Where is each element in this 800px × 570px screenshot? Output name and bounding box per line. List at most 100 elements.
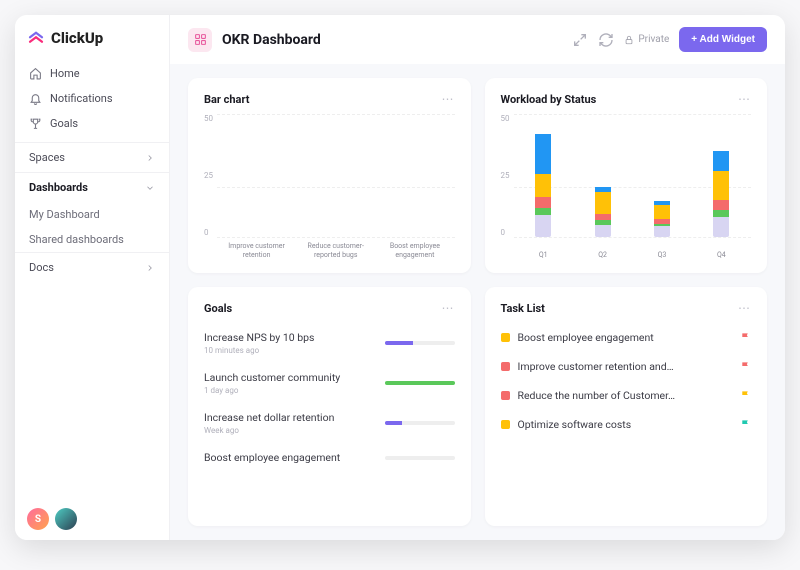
more-icon[interactable]: ⋯ <box>738 92 751 106</box>
card-bar-chart: Bar chart ⋯ 50 25 0 Improve customer ret… <box>188 78 471 273</box>
card-goals: Goals ⋯ Increase NPS by 10 bps 10 minutes… <box>188 287 471 526</box>
progress-bar <box>385 381 455 385</box>
x-category: Q4 <box>692 251 751 259</box>
card-title: Workload by Status <box>501 93 597 106</box>
refresh-icon[interactable] <box>598 32 614 48</box>
bar-segment <box>654 226 670 237</box>
chevron-right-icon <box>145 153 155 163</box>
sidebar-item-home[interactable]: Home <box>15 61 169 86</box>
status-square <box>501 391 510 400</box>
trophy-icon <box>29 117 42 130</box>
sidebar-item-goals[interactable]: Goals <box>15 111 169 136</box>
y-axis: 50 25 0 <box>501 114 514 259</box>
task-row[interactable]: Improve customer retention and… <box>501 352 752 381</box>
expand-icon[interactable] <box>572 32 588 48</box>
bar-segment <box>535 197 551 208</box>
section-label: Dashboards <box>29 181 88 194</box>
x-category: Q1 <box>514 251 573 259</box>
privacy-label: Private <box>638 34 669 45</box>
flag-icon <box>740 419 751 430</box>
flag-icon <box>740 332 751 343</box>
task-row[interactable]: Reduce the number of Customer… <box>501 381 752 410</box>
sidebar-section-dashboards[interactable]: Dashboards <box>15 172 169 202</box>
more-icon[interactable]: ⋯ <box>442 92 455 106</box>
goal-timestamp: 10 minutes ago <box>204 346 375 355</box>
x-category: Improve customer retention <box>217 242 295 259</box>
brand-name: ClickUp <box>51 29 103 47</box>
bar-segment <box>535 174 551 196</box>
privacy-indicator[interactable]: Private <box>624 34 669 45</box>
goal-row[interactable]: Increase NPS by 10 bps 10 minutes ago <box>204 323 455 363</box>
bar-segment <box>713 151 729 171</box>
lock-icon <box>624 35 634 45</box>
chevron-right-icon <box>145 263 155 273</box>
x-category: Boost employee engagement <box>376 242 454 259</box>
page-title: OKR Dashboard <box>222 32 321 48</box>
card-title: Task List <box>501 302 545 315</box>
task-label: Improve customer retention and… <box>518 360 733 373</box>
more-icon[interactable]: ⋯ <box>442 301 455 315</box>
sidebar-item-my-dashboard[interactable]: My Dashboard <box>15 202 169 227</box>
goal-row[interactable]: Launch customer community 1 day ago <box>204 363 455 403</box>
main: OKR Dashboard Private + Add Widget Bar c… <box>170 15 785 540</box>
bar-segment <box>713 217 729 237</box>
goal-title: Increase NPS by 10 bps <box>204 331 375 344</box>
stacked-bar <box>654 171 670 237</box>
more-icon[interactable]: ⋯ <box>738 301 751 315</box>
task-row[interactable]: Optimize software costs <box>501 410 752 439</box>
stacked-bar <box>713 135 729 237</box>
task-label: Boost employee engagement <box>518 331 733 344</box>
home-icon <box>29 67 42 80</box>
task-label: Reduce the number of Customer… <box>518 389 733 402</box>
goal-title: Boost employee engagement <box>204 451 375 464</box>
status-square <box>501 362 510 371</box>
bar-segment <box>595 225 611 237</box>
clickup-logo-icon <box>27 29 45 47</box>
x-category: Reduce customer-reported bugs <box>297 242 375 259</box>
stacked-bar <box>595 159 611 237</box>
card-task-list: Task List ⋯ Boost employee engagement Imp… <box>485 287 768 526</box>
sidebar-item-label: Goals <box>50 117 78 130</box>
goal-title: Launch customer community <box>204 371 375 384</box>
add-widget-button[interactable]: + Add Widget <box>679 27 767 52</box>
goal-row[interactable]: Boost employee engagement <box>204 443 455 472</box>
y-axis: 50 25 0 <box>204 114 217 259</box>
stacked-bar-plot: Q1Q2Q3Q4 <box>514 114 752 259</box>
task-row[interactable]: Boost employee engagement <box>501 323 752 352</box>
x-category: Q3 <box>632 251 691 259</box>
sidebar: ClickUp Home Notifications Goals Spaces … <box>15 15 170 540</box>
sidebar-section-spaces[interactable]: Spaces <box>15 142 169 172</box>
goal-timestamp: 1 day ago <box>204 386 375 395</box>
goal-row[interactable]: Increase net dollar retention Week ago <box>204 403 455 443</box>
brand: ClickUp <box>15 15 169 61</box>
flag-icon <box>740 390 751 401</box>
section-label: Docs <box>29 261 54 274</box>
dashboard-icon <box>188 28 212 52</box>
task-label: Optimize software costs <box>518 418 733 431</box>
card-workload-by-status: Workload by Status ⋯ 50 25 0 Q1Q2Q3Q4 <box>485 78 768 273</box>
bar-segment <box>535 215 551 237</box>
bar-segment <box>595 192 611 214</box>
sidebar-item-shared-dashboards[interactable]: Shared dashboards <box>15 227 169 252</box>
header: OKR Dashboard Private + Add Widget <box>170 15 785 64</box>
bar-segment <box>535 208 551 215</box>
card-title: Bar chart <box>204 93 249 106</box>
progress-bar <box>385 421 455 425</box>
sidebar-item-notifications[interactable]: Notifications <box>15 86 169 111</box>
sidebar-section-docs[interactable]: Docs <box>15 252 169 282</box>
goal-title: Increase net dollar retention <box>204 411 375 424</box>
sidebar-item-label: Home <box>50 67 80 80</box>
chevron-down-icon <box>145 183 155 193</box>
status-square <box>501 420 510 429</box>
bar-segment <box>713 200 729 210</box>
x-category: Q2 <box>573 251 632 259</box>
progress-bar <box>385 456 455 460</box>
flag-icon <box>740 361 751 372</box>
avatar[interactable]: S <box>27 508 49 530</box>
goal-timestamp: Week ago <box>204 426 375 435</box>
card-title: Goals <box>204 302 232 315</box>
bell-icon <box>29 92 42 105</box>
bar-chart-plot: Improve customer retentionReduce custome… <box>217 114 455 259</box>
progress-bar <box>385 341 455 345</box>
avatar[interactable] <box>55 508 77 530</box>
